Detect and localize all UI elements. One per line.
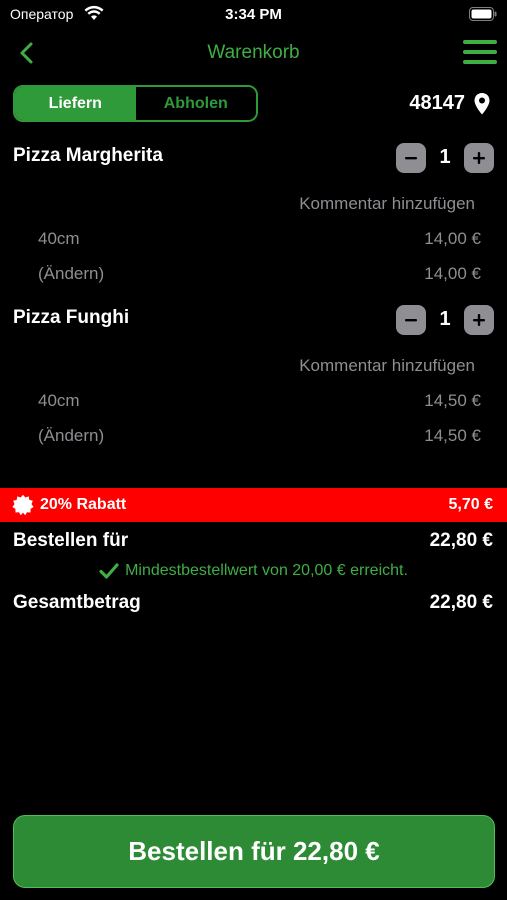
battery-icon bbox=[469, 7, 497, 26]
option-label: 40cm bbox=[38, 391, 80, 410]
min-order-text: Mindestbestellwert von 20,00 € erreicht. bbox=[125, 562, 408, 579]
location-pin-icon[interactable] bbox=[473, 92, 491, 116]
decrease-quantity-button[interactable] bbox=[396, 305, 426, 335]
change-option-link[interactable]: (Ändern) bbox=[38, 426, 104, 446]
plus-icon bbox=[473, 314, 485, 326]
page-title: Warenkorb bbox=[207, 42, 300, 63]
option-label: 40cm bbox=[38, 229, 80, 248]
min-order-notice: Mindestbestellwert von 20,00 € erreicht. bbox=[0, 562, 507, 580]
minus-icon bbox=[405, 157, 417, 160]
option-price: 14,00 € bbox=[424, 229, 481, 248]
decrease-quantity-button[interactable] bbox=[396, 143, 426, 173]
delivery-mode-toggle: Liefern Abholen bbox=[13, 85, 258, 122]
option-price: 14,50 € bbox=[424, 391, 481, 410]
tab-abholen[interactable]: Abholen bbox=[135, 87, 256, 120]
increase-quantity-button[interactable] bbox=[464, 305, 494, 335]
quantity-value: 1 bbox=[439, 146, 451, 168]
order-for-label: Bestellen für bbox=[13, 530, 129, 551]
quantity-value: 1 bbox=[439, 308, 451, 330]
hamburger-menu-icon[interactable] bbox=[463, 38, 497, 66]
item-name: Pizza Funghi bbox=[13, 307, 130, 328]
checkmark-icon bbox=[99, 562, 119, 580]
status-bar: Оператор 3:34 PM bbox=[0, 0, 507, 30]
total-label: Gesamtbetrag bbox=[13, 592, 141, 613]
change-option-link[interactable]: (Ändern) bbox=[38, 264, 104, 284]
discount-label: 20% Rabatt bbox=[40, 496, 127, 513]
postal-code[interactable]: 48147 bbox=[409, 92, 465, 115]
option-price: 14,50 € bbox=[424, 426, 481, 445]
add-comment-link[interactable]: Kommentar hinzufügen bbox=[299, 356, 475, 376]
minus-icon bbox=[405, 319, 417, 322]
discount-badge-icon bbox=[12, 494, 34, 516]
plus-icon bbox=[473, 152, 485, 164]
increase-quantity-button[interactable] bbox=[464, 143, 494, 173]
add-comment-link[interactable]: Kommentar hinzufügen bbox=[299, 194, 475, 214]
item-name: Pizza Margherita bbox=[13, 145, 163, 166]
discount-amount: 5,70 € bbox=[448, 496, 493, 513]
tab-liefern[interactable]: Liefern bbox=[15, 87, 136, 120]
place-order-button[interactable]: Bestellen für 22,80 € bbox=[13, 815, 495, 888]
order-for-value: 22,80 € bbox=[429, 530, 493, 551]
status-time: 3:34 PM bbox=[225, 6, 282, 23]
nav-bar: Warenkorb bbox=[0, 30, 507, 76]
discount-bar: 20% Rabatt 5,70 € bbox=[0, 488, 507, 522]
total-value: 22,80 € bbox=[429, 592, 493, 613]
option-price: 14,00 € bbox=[424, 264, 481, 283]
